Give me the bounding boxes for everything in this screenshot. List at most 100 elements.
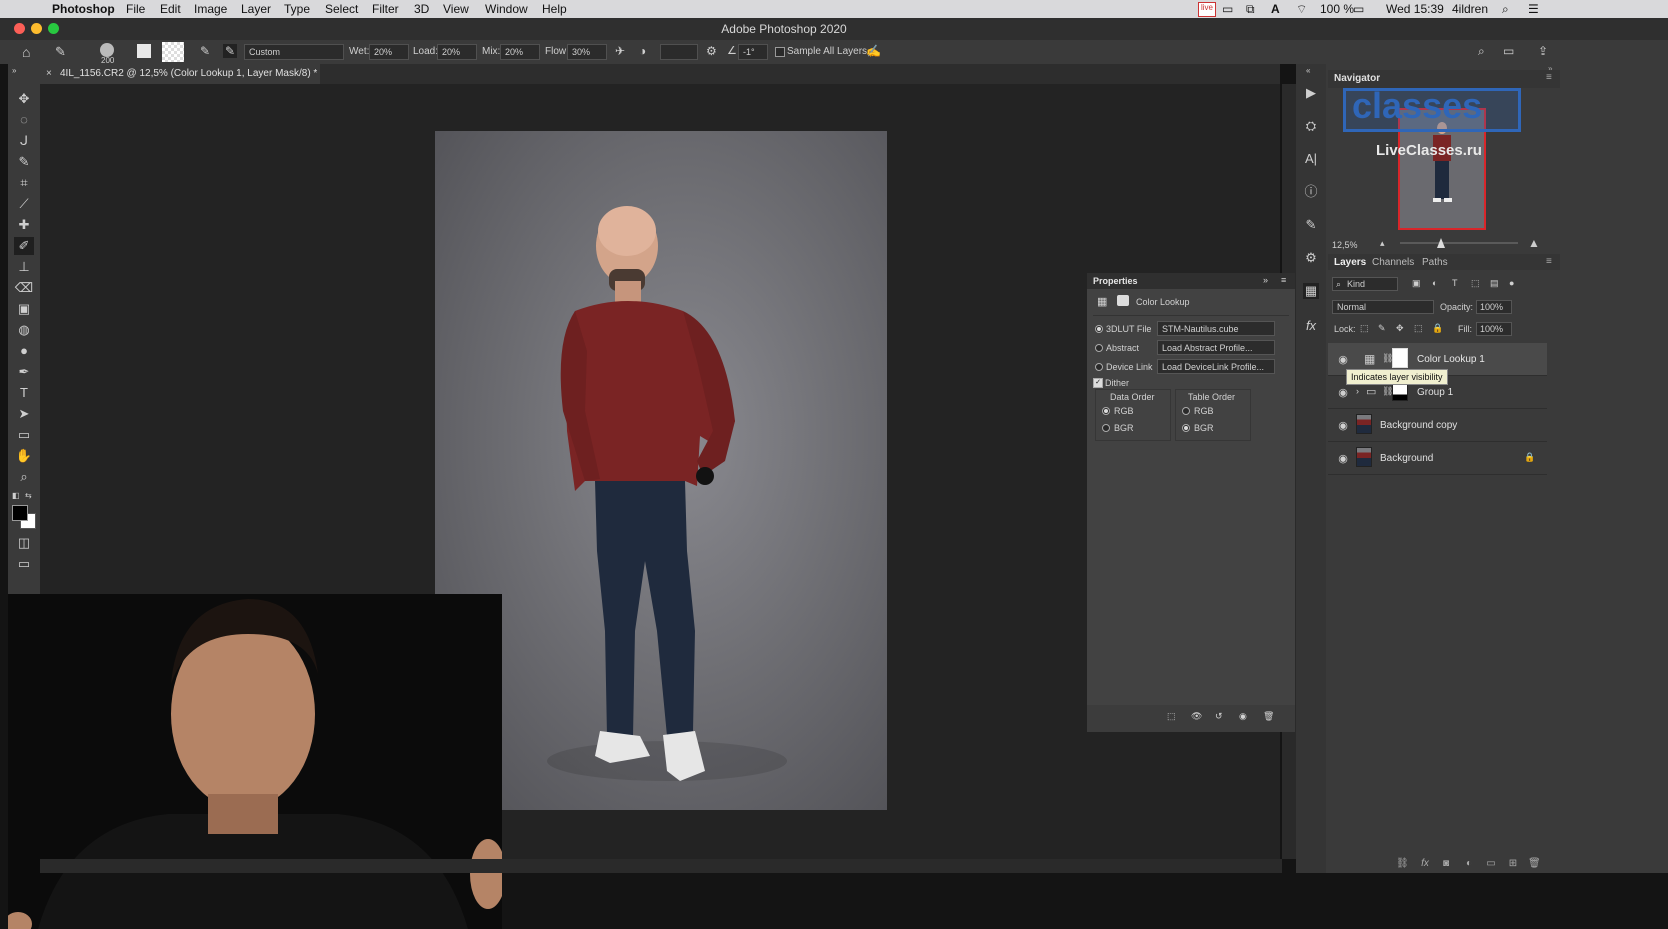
pen-icon[interactable]: ✒ bbox=[14, 363, 34, 381]
healing-icon[interactable]: ✚ bbox=[14, 216, 34, 234]
data-order-rgb-radio[interactable] bbox=[1102, 407, 1110, 415]
current-color-swatch[interactable] bbox=[162, 42, 184, 62]
airbrush-icon[interactable]: ✈ bbox=[615, 44, 625, 58]
visibility-eye-icon[interactable]: ◉ bbox=[1336, 353, 1350, 367]
abstract-radio[interactable] bbox=[1095, 344, 1103, 352]
data-order-bgr-radio[interactable] bbox=[1102, 424, 1110, 432]
collapse-toolbar-icon[interactable]: » bbox=[12, 66, 16, 75]
brush-preview-icon[interactable] bbox=[100, 43, 114, 57]
clock[interactable]: Wed 15:39 bbox=[1386, 2, 1444, 16]
table-order-rgb-radio[interactable] bbox=[1182, 407, 1190, 415]
share-icon[interactable]: ⇪ bbox=[1538, 44, 1548, 58]
reset-icon[interactable]: ↺ bbox=[1215, 711, 1223, 722]
properties-icon[interactable]: ▦ bbox=[1303, 283, 1319, 299]
blur-icon[interactable]: ◍ bbox=[14, 321, 34, 339]
menu-view[interactable]: View bbox=[443, 2, 469, 16]
layer-row-background-copy[interactable]: ◉ Background copy bbox=[1328, 409, 1547, 442]
layer-name[interactable]: Color Lookup 1 bbox=[1417, 354, 1485, 365]
filter-smart-object-icon[interactable]: ▤ bbox=[1490, 278, 1499, 289]
lock-artboard-icon[interactable]: ⬚ bbox=[1414, 323, 1423, 334]
stamp-source-icon[interactable]: ⛭ bbox=[1303, 118, 1319, 134]
live-icon[interactable]: live bbox=[1198, 2, 1216, 17]
play-icon[interactable]: ▶ bbox=[1303, 85, 1319, 101]
sample-all-layers-checkbox[interactable] bbox=[775, 47, 785, 57]
foreground-color-swatch[interactable] bbox=[12, 505, 28, 521]
info-icon[interactable]: ⓘ bbox=[1303, 184, 1319, 200]
zoom-out-icon[interactable]: ▴ bbox=[1380, 238, 1385, 249]
wifi-icon[interactable]: ⌔ bbox=[1296, 2, 1307, 17]
workspace-icon[interactable]: ▭ bbox=[1503, 44, 1514, 58]
layer-thumbnail[interactable] bbox=[1356, 447, 1372, 467]
lock-position-icon[interactable]: ✥ bbox=[1396, 323, 1404, 334]
layer-mask-thumbnail[interactable] bbox=[1392, 348, 1408, 368]
delete-adjustment-icon[interactable]: 🗑 bbox=[1263, 711, 1274, 722]
dodge-icon[interactable]: ● bbox=[14, 342, 34, 360]
adjust-icon[interactable]: ⚙ bbox=[1303, 250, 1319, 266]
clip-to-layer-icon[interactable]: ⬚ bbox=[1167, 711, 1176, 722]
layers-menu-icon[interactable]: ≡ bbox=[1546, 256, 1552, 267]
mix-field[interactable]: 20% bbox=[500, 44, 540, 60]
document-image[interactable] bbox=[435, 131, 887, 810]
screen-mode-icon[interactable]: ▭ bbox=[14, 555, 34, 573]
home-icon[interactable]: ⌂ bbox=[22, 44, 30, 60]
menu-type[interactable]: Type bbox=[284, 2, 310, 16]
lock-all-icon[interactable]: 🔒 bbox=[1432, 323, 1443, 334]
tab-layers[interactable]: Layers bbox=[1334, 257, 1366, 268]
layer-mask-icon[interactable] bbox=[1117, 295, 1129, 306]
pressure-icon[interactable]: ✍ bbox=[866, 44, 881, 58]
move-icon[interactable]: ✥ bbox=[14, 90, 34, 108]
delete-layer-icon[interactable]: 🗑 bbox=[1528, 858, 1541, 870]
add-style-icon[interactable]: fx bbox=[1419, 858, 1431, 870]
lut-file-dropdown[interactable]: STM-Nautilus.cube bbox=[1157, 321, 1275, 336]
link-layers-icon[interactable]: ⛓ bbox=[1396, 858, 1409, 870]
zoom-icon[interactable]: ⌕ bbox=[14, 468, 34, 486]
menu-edit[interactable]: Edit bbox=[160, 2, 181, 16]
path-select-icon[interactable]: ➤ bbox=[14, 405, 34, 423]
device-link-radio[interactable] bbox=[1095, 363, 1103, 371]
brush-panel-icon[interactable] bbox=[137, 44, 151, 58]
search-icon[interactable]: ⌕ bbox=[1478, 44, 1485, 59]
filter-toggle-icon[interactable]: ● bbox=[1509, 278, 1514, 288]
navigator-zoom-value[interactable]: 12,5% bbox=[1332, 240, 1358, 250]
brush-settings-icon[interactable]: ✎ bbox=[1303, 217, 1319, 233]
navigator-preview[interactable]: classes LiveClasses.ru bbox=[1333, 85, 1551, 230]
notification-center-icon[interactable]: ☰ bbox=[1528, 2, 1539, 16]
new-adjustment-icon[interactable]: ◐ bbox=[1463, 858, 1475, 870]
lock-transparent-icon[interactable]: ⬚ bbox=[1360, 323, 1369, 334]
smoothing-field[interactable] bbox=[660, 44, 698, 60]
user-name[interactable]: 4ildren bbox=[1452, 2, 1488, 16]
preset-dropdown[interactable]: Custom bbox=[244, 44, 344, 60]
gradient-icon[interactable]: ▣ bbox=[14, 300, 34, 318]
filter-type-icon[interactable]: T bbox=[1452, 278, 1458, 288]
angle-field[interactable]: -1° bbox=[738, 44, 768, 60]
layer-thumbnail[interactable] bbox=[1356, 414, 1372, 434]
abstract-dropdown[interactable]: Load Abstract Profile... bbox=[1157, 340, 1275, 355]
lock-pixels-icon[interactable]: ✎ bbox=[1378, 323, 1386, 334]
battery-icon[interactable]: ▭ bbox=[1353, 2, 1364, 16]
collapse-properties-icon[interactable]: » bbox=[1263, 275, 1268, 285]
fill-field[interactable]: 100% bbox=[1476, 322, 1512, 336]
lock-icon[interactable]: 🔒 bbox=[1524, 452, 1535, 463]
view-previous-icon[interactable]: 👁 bbox=[1191, 711, 1202, 722]
menu-select[interactable]: Select bbox=[325, 2, 358, 16]
stamp-icon[interactable]: ⊥ bbox=[14, 258, 34, 276]
menu-help[interactable]: Help bbox=[542, 2, 567, 16]
visibility-eye-icon[interactable]: ◉ bbox=[1336, 452, 1350, 466]
flow-field[interactable]: 30% bbox=[567, 44, 607, 60]
add-mask-icon[interactable]: ◙ bbox=[1440, 858, 1452, 870]
smoothing-icon[interactable]: ◑ bbox=[639, 44, 646, 58]
load-brush-icon[interactable]: ✎ bbox=[200, 44, 210, 58]
layer-name[interactable]: Background bbox=[1380, 453, 1433, 464]
navigator-menu-icon[interactable]: ≡ bbox=[1546, 72, 1552, 83]
new-group-icon[interactable]: ▭ bbox=[1485, 858, 1497, 870]
menu-window[interactable]: Window bbox=[485, 2, 528, 16]
layer-row-background[interactable]: ◉ Background 🔒 bbox=[1328, 442, 1547, 475]
brush-icon[interactable]: ✐ bbox=[14, 237, 34, 255]
crop-icon[interactable]: ⌗ bbox=[14, 174, 34, 192]
hand-icon[interactable]: ✋ bbox=[14, 447, 34, 465]
zoom-in-icon[interactable]: ▲ bbox=[1528, 236, 1540, 250]
new-layer-icon[interactable]: ⊞ bbox=[1507, 858, 1519, 870]
visibility-eye-icon[interactable]: ◉ bbox=[1336, 419, 1350, 433]
panel-menu-icon[interactable]: ≡ bbox=[1281, 275, 1286, 285]
lasso-icon[interactable]: ᒍ bbox=[14, 132, 34, 150]
